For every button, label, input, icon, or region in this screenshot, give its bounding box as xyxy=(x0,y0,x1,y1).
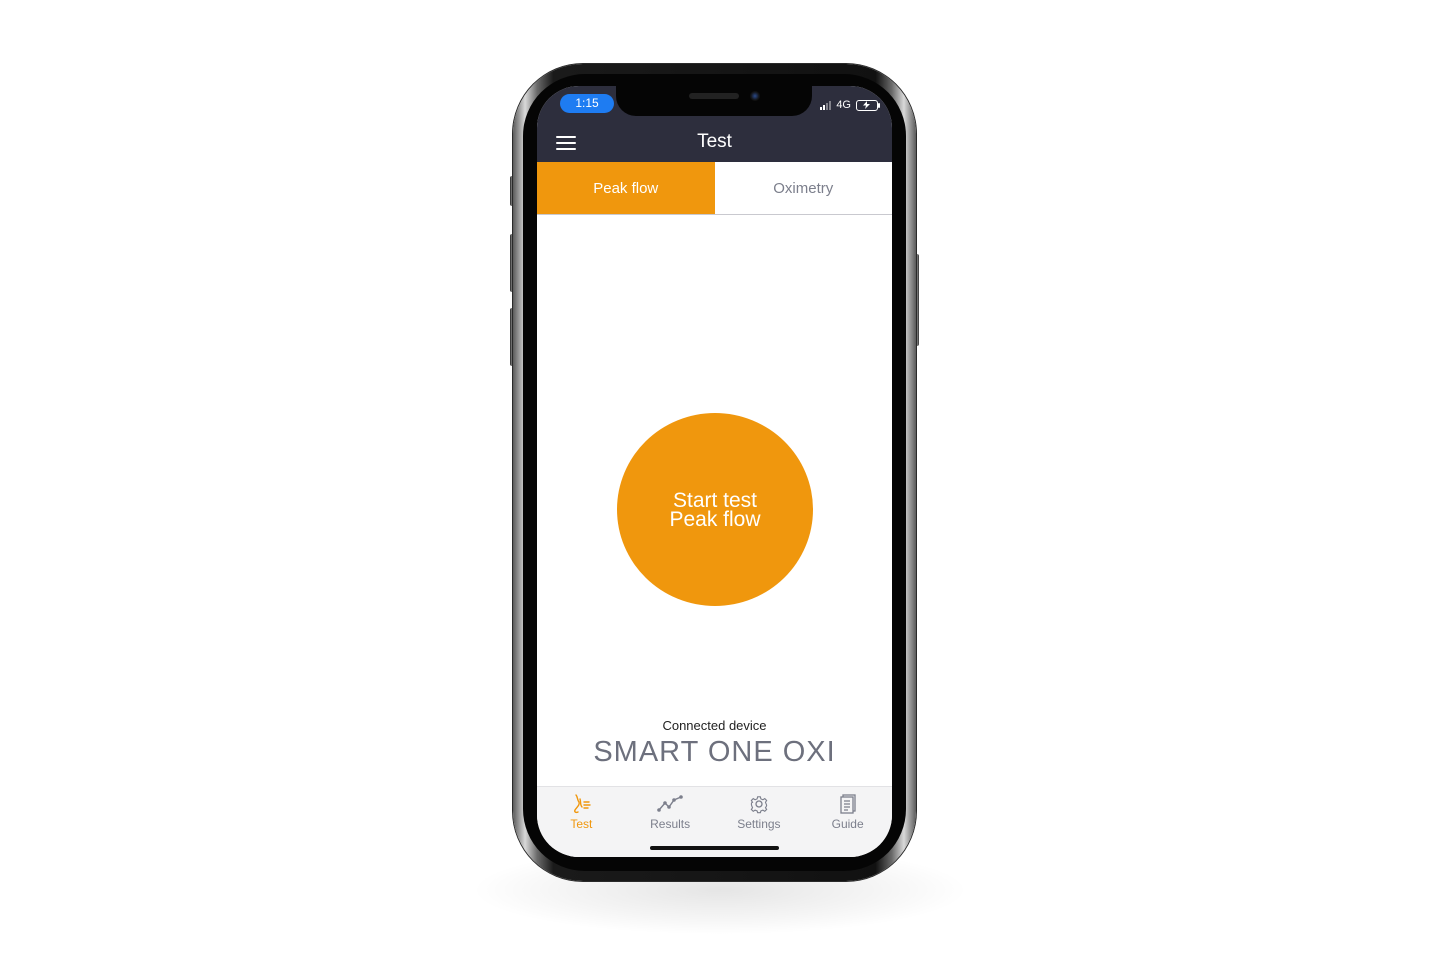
nav-item-guide[interactable]: Guide xyxy=(803,787,892,857)
notch xyxy=(616,86,812,116)
status-time: 1:15 xyxy=(560,94,614,113)
trend-line-icon xyxy=(657,795,683,812)
nav-label-settings: Settings xyxy=(737,817,781,831)
home-indicator[interactable] xyxy=(650,846,779,850)
start-button-line1: Start test xyxy=(672,488,758,512)
stage: 1:15 4G Test Peak flow Oximetry Start te… xyxy=(0,0,1440,960)
device-name: SMART ONE OXI xyxy=(593,736,836,768)
lungs-icon xyxy=(574,794,592,814)
network-label: 4G xyxy=(836,99,851,111)
test-type-tabs: Peak flow Oximetry xyxy=(537,162,892,215)
nav-label-test: Test xyxy=(570,817,593,831)
connected-device-label: Connected device xyxy=(662,718,767,733)
start-button-line2: Peak flow xyxy=(669,507,761,531)
app-header: 1:15 4G Test xyxy=(537,86,892,162)
page-title: Test xyxy=(697,131,732,152)
nav-label-guide: Guide xyxy=(831,817,864,831)
status-indicators: 4G xyxy=(820,98,880,112)
nav-item-test[interactable]: Test xyxy=(537,787,626,857)
tab-peak-flow[interactable]: Peak flow xyxy=(537,162,715,214)
start-test-button[interactable]: Start test Peak flow xyxy=(617,413,813,606)
nav-label-results: Results xyxy=(650,817,691,831)
tab-oximetry[interactable]: Oximetry xyxy=(714,162,892,214)
signal-icon xyxy=(820,100,832,110)
gear-icon xyxy=(750,796,768,814)
phone-screen: 1:15 4G Test Peak flow Oximetry Start te… xyxy=(537,86,892,857)
document-icon xyxy=(839,794,856,814)
battery-icon xyxy=(856,99,880,111)
front-camera xyxy=(750,91,760,101)
speaker xyxy=(689,93,739,99)
